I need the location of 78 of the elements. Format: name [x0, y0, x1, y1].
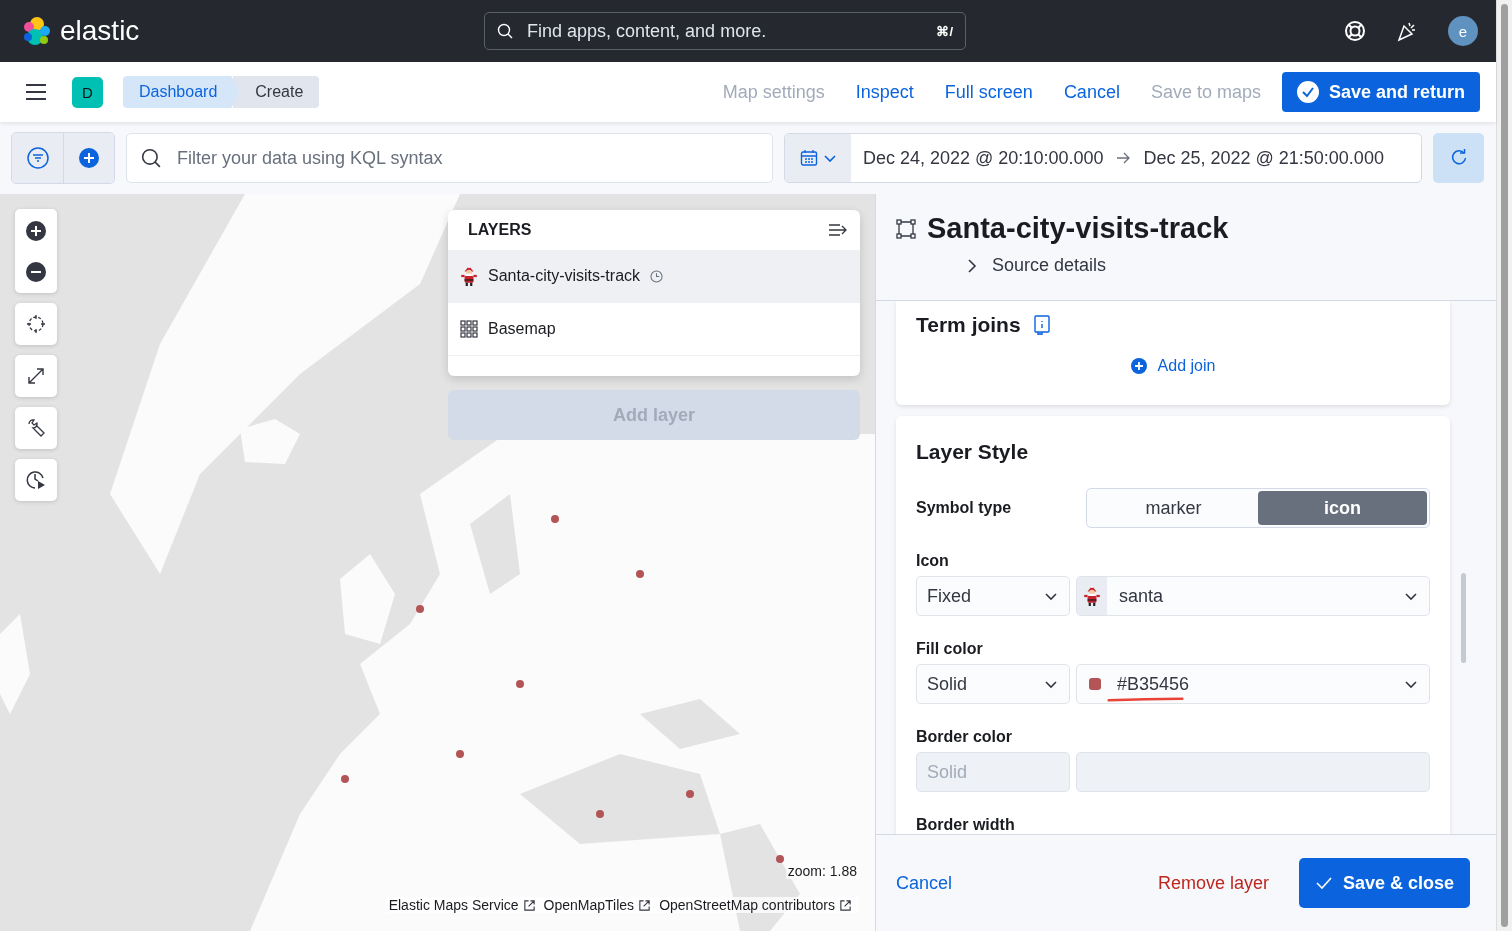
filter-menu-button[interactable] — [12, 133, 63, 183]
attribution-link[interactable]: OpenMapTiles — [543, 897, 635, 913]
select-field[interactable]: Solid — [916, 664, 1070, 704]
zoom-level: zoom: 1.88 — [785, 863, 859, 879]
color-picker-field[interactable]: #B35456 — [1076, 664, 1430, 704]
attribution-link[interactable]: OpenStreetMap contributors — [659, 897, 835, 913]
santa-icon — [1083, 586, 1101, 606]
timeslider-button[interactable] — [15, 459, 57, 501]
toggle-option[interactable]: marker — [1089, 491, 1258, 525]
wrench-icon — [26, 418, 46, 438]
query-field[interactable]: Filter your data using KQL syntax — [126, 133, 773, 183]
save-and-close-button[interactable]: Save & close — [1298, 858, 1470, 908]
check-circle-icon — [1296, 81, 1319, 103]
section-heading: Layer Style — [916, 440, 1030, 464]
attribution-link[interactable]: Elastic Maps Service — [388, 897, 519, 913]
end-date[interactable]: Dec 25, 2022 @ 21:50:00.000 — [1143, 147, 1384, 169]
zoom-in-icon[interactable] — [26, 220, 46, 241]
field-label: Icon — [916, 552, 950, 570]
global-search-field[interactable]: Find apps, content, and more. ⌘/ — [484, 12, 966, 50]
zoom-out-icon[interactable] — [26, 261, 46, 282]
fullscreen-button[interactable] — [15, 355, 57, 397]
remove-layer-button[interactable]: Remove layer — [1157, 872, 1269, 894]
refresh-icon — [1449, 149, 1468, 167]
bounding-box-icon — [896, 218, 916, 239]
external-link-icon — [522, 898, 536, 912]
toggle-option[interactable]: icon — [1258, 491, 1427, 525]
search-icon — [141, 148, 161, 168]
add-join-button[interactable]: Add join — [1130, 357, 1216, 375]
external-link-icon — [839, 898, 852, 912]
search-icon — [497, 23, 513, 39]
keyboard-shortcut: ⌘/ — [936, 23, 953, 39]
scrollbar-thumb[interactable] — [1461, 573, 1466, 663]
select-field[interactable]: santa — [1076, 576, 1430, 616]
field-label: Fill color — [916, 640, 984, 658]
add-filter-button[interactable] — [63, 133, 114, 183]
search-input[interactable]: Find apps, content, and more. — [525, 19, 925, 43]
collapse-panel-icon[interactable] — [828, 222, 848, 238]
section-heading: Term joins — [916, 313, 1021, 337]
grid-icon — [460, 320, 478, 338]
layers-heading: LAYERS — [468, 221, 532, 239]
page-scrollbar[interactable] — [1496, 0, 1512, 931]
tools-button[interactable] — [15, 407, 57, 449]
start-date[interactable]: Dec 24, 2022 @ 20:10:00.000 — [863, 147, 1104, 169]
book-info-icon[interactable] — [1032, 315, 1051, 335]
breadcrumb[interactable]: Dashboard — [123, 76, 240, 108]
header-link[interactable]: Full screen — [944, 81, 1033, 103]
expand-icon — [26, 366, 46, 386]
help-icon[interactable] — [1344, 20, 1366, 42]
header-link[interactable]: Inspect — [855, 81, 914, 103]
set-view-button[interactable] — [15, 303, 57, 345]
arrow-right-icon — [1115, 150, 1132, 166]
plus-circle-icon — [78, 147, 100, 169]
source-details-toggle[interactable]: Source details — [964, 255, 1107, 276]
cancel-button[interactable]: Cancel — [896, 872, 953, 894]
layer-item[interactable]: Santa-city-visits-track — [448, 250, 860, 303]
breadcrumb[interactable]: Create — [233, 76, 320, 108]
header-link[interactable]: Cancel — [1063, 81, 1120, 103]
layer-item[interactable]: Basemap — [448, 303, 860, 356]
space-avatar[interactable]: D — [72, 76, 103, 108]
plus-circle-icon — [1130, 358, 1147, 374]
field-label: Symbol type — [916, 499, 1012, 517]
santa-icon — [460, 266, 478, 286]
quick-select-button[interactable] — [785, 134, 851, 182]
party-popper-icon[interactable] — [1396, 20, 1418, 42]
clock-play-icon — [26, 470, 46, 490]
elastic-wordmark: elastic — [60, 15, 140, 47]
field-label: Border color — [916, 728, 1013, 746]
query-input[interactable]: Filter your data using KQL syntax — [175, 146, 758, 170]
calendar-icon — [799, 149, 818, 167]
filter-icon — [26, 147, 49, 169]
external-link-icon — [638, 898, 652, 912]
crosshair-icon — [26, 314, 46, 334]
layer-title: Santa-city-visits-track — [927, 212, 1229, 245]
field-label: Border width — [916, 816, 1016, 834]
save-and-return-button[interactable]: Save and return — [1281, 72, 1480, 112]
select-field[interactable]: Fixed — [916, 576, 1070, 616]
refresh-button[interactable] — [1433, 133, 1484, 183]
menu-icon[interactable] — [25, 83, 47, 101]
